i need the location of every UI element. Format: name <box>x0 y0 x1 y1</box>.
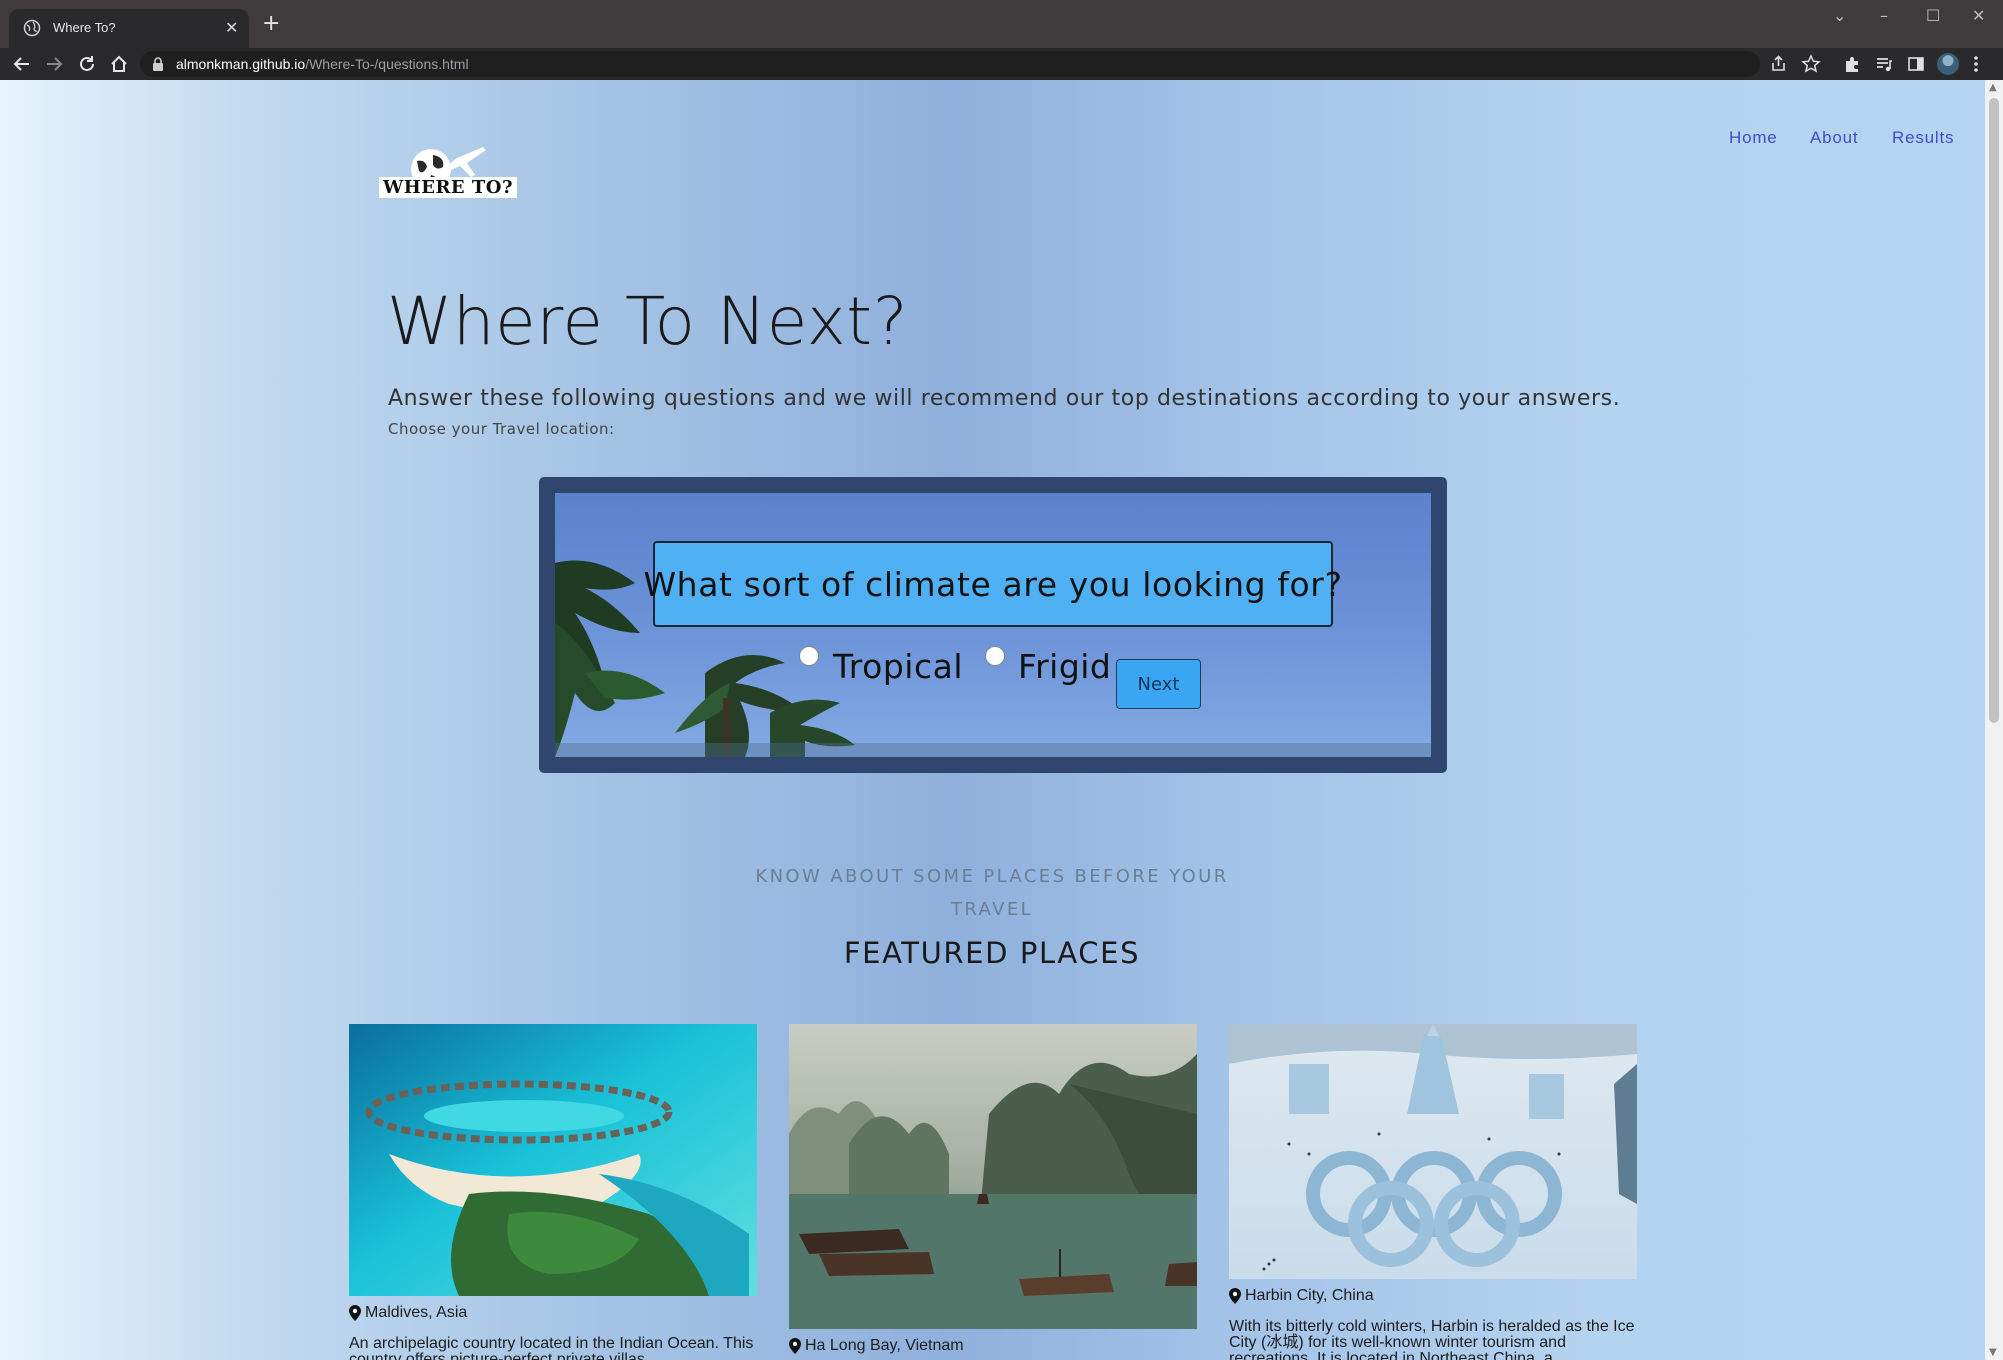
tab-title: Where To? <box>53 20 116 35</box>
browser-toolbar: almonkman.github.io/Where-To-/questions.… <box>0 48 2003 80</box>
map-pin-icon <box>789 1338 801 1354</box>
nav-link-about[interactable]: About <box>1810 128 1858 148</box>
maximize-icon[interactable]: ☐ <box>1926 6 1940 25</box>
profile-avatar[interactable] <box>1937 53 1959 75</box>
url-text: almonkman.github.io/Where-To-/questions.… <box>176 56 469 72</box>
map-pin-icon <box>349 1305 361 1321</box>
back-icon[interactable] <box>11 53 33 75</box>
option-label-frigid[interactable]: Frigid <box>1018 647 1111 686</box>
minimize-icon[interactable]: – <box>1880 6 1888 25</box>
place-image-harbin[interactable] <box>1229 1024 1637 1283</box>
url-path: /Where-To-/questions.html <box>305 56 469 72</box>
address-bar[interactable]: almonkman.github.io/Where-To-/questions.… <box>140 51 1760 77</box>
option-label-tropical[interactable]: Tropical <box>833 647 963 686</box>
nav-link-results[interactable]: Results <box>1892 128 1954 148</box>
next-button[interactable]: Next <box>1116 659 1201 709</box>
radio-tropical[interactable] <box>799 646 819 666</box>
place-card-ha-long-bay[interactable]: Ha Long Bay, Vietnam <box>789 1024 1197 1355</box>
tab-close-icon[interactable]: ✕ <box>225 18 238 37</box>
map-pin-icon <box>1229 1288 1241 1304</box>
place-description-maldives: An archipelagic country located in the I… <box>349 1335 754 1360</box>
media-controls-icon[interactable] <box>1874 54 1894 74</box>
site-logo[interactable]: WHERE TO? <box>375 145 520 210</box>
question-text: What sort of climate are you looking for… <box>643 541 1342 627</box>
reload-icon[interactable] <box>76 53 98 75</box>
share-icon[interactable] <box>1769 54 1789 74</box>
extensions-icon[interactable] <box>1842 54 1862 74</box>
place-location-text: Harbin City, China <box>1245 1287 1374 1304</box>
home-icon[interactable] <box>108 53 130 75</box>
place-location-harbin: Harbin City, China <box>1229 1287 1637 1305</box>
place-location-ha-long-bay: Ha Long Bay, Vietnam <box>789 1337 1197 1355</box>
place-location-text: Ha Long Bay, Vietnam <box>805 1337 964 1354</box>
place-location-maldives: Maldives, Asia <box>349 1304 757 1322</box>
bookmark-star-icon[interactable] <box>1801 54 1821 74</box>
more-menu-icon[interactable] <box>1970 54 1982 74</box>
new-tab-icon[interactable]: + <box>262 11 280 36</box>
place-description-harbin: With its bitterly cold winters, Harbin i… <box>1229 1318 1635 1360</box>
logo-text: WHERE TO? <box>379 177 518 198</box>
radio-frigid[interactable] <box>985 646 1005 666</box>
intro-text: Answer these following questions and we … <box>388 386 1621 411</box>
window-close-icon[interactable]: ✕ <box>1972 6 1985 25</box>
forward-icon[interactable] <box>43 53 65 75</box>
place-image-ha-long-bay[interactable] <box>789 1024 1197 1333</box>
scroll-down-icon[interactable]: ▼ <box>1989 1347 1997 1358</box>
scroll-up-icon[interactable]: ▲ <box>1989 82 1997 93</box>
featured-kicker: KNOW ABOUT SOME PLACES BEFORE YOUR TRAVE… <box>755 866 1229 920</box>
page-title: Where To Next? <box>387 283 909 360</box>
place-card-harbin[interactable]: Harbin City, China With its bitterly col… <box>1229 1024 1637 1360</box>
tab-search-icon[interactable]: ⌄ <box>1833 6 1846 25</box>
page-viewport: WHERE TO? Home About Results Where To Ne… <box>0 80 1985 1360</box>
browser-tab[interactable]: Where To? ✕ <box>9 9 249 48</box>
place-image-maldives[interactable] <box>349 1024 757 1300</box>
nav-link-home[interactable]: Home <box>1729 128 1778 148</box>
lock-icon <box>153 57 163 71</box>
page-scrollbar[interactable]: ▲ ▼ <box>1985 80 2003 1360</box>
place-location-text: Maldives, Asia <box>365 1304 468 1321</box>
url-host: almonkman.github.io <box>176 56 306 72</box>
location-prompt: Choose your Travel location: <box>388 420 615 438</box>
browser-tab-strip: Where To? ✕ + ⌄ – ☐ ✕ <box>0 0 2003 48</box>
featured-heading: FEATURED PLACES <box>843 936 1141 970</box>
question-card-background: What sort of climate are you looking for… <box>555 493 1431 757</box>
question-card: What sort of climate are you looking for… <box>539 477 1447 773</box>
side-panel-icon[interactable] <box>1906 54 1926 74</box>
globe-icon <box>23 19 41 37</box>
place-card-maldives[interactable]: Maldives, Asia An archipelagic country l… <box>349 1024 757 1360</box>
scrollbar-thumb[interactable] <box>1989 98 1999 723</box>
